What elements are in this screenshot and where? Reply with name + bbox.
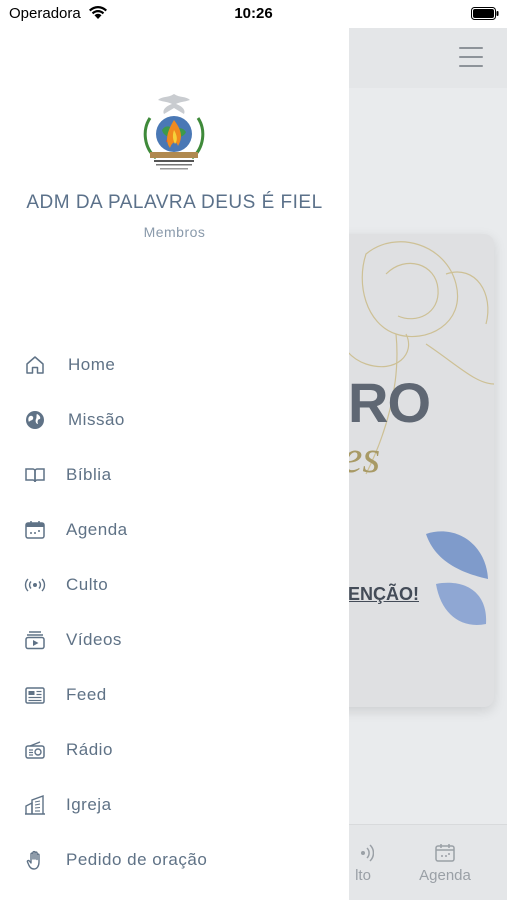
tab-culto-label: lto xyxy=(355,867,371,884)
building-icon xyxy=(25,795,45,815)
battery-icon xyxy=(471,7,499,20)
radio-icon xyxy=(25,741,45,759)
menu-item-missao[interactable]: Missão xyxy=(0,395,349,445)
menu-label-biblia: Bíblia xyxy=(66,465,112,484)
menu-item-agenda[interactable]: Agenda xyxy=(0,505,349,555)
menu-item-igreja[interactable]: Igreja xyxy=(0,780,349,830)
menu-item-biblia[interactable]: Bíblia xyxy=(0,450,349,500)
book-icon xyxy=(25,468,45,483)
newspaper-icon xyxy=(25,687,45,704)
calendar-icon xyxy=(435,844,455,862)
broadcast-icon xyxy=(361,844,374,862)
home-icon xyxy=(26,356,44,374)
church-logo xyxy=(143,94,205,170)
status-bar: Operadora 10:26 xyxy=(0,0,507,28)
butterfly-image xyxy=(426,531,488,625)
menu-item-culto[interactable]: Culto xyxy=(0,560,349,610)
banner-cta[interactable]: ENÇÃO! xyxy=(348,584,419,605)
menu-item-feed[interactable]: Feed xyxy=(0,670,349,720)
clock: 10:26 xyxy=(234,5,273,22)
menu-item-videos[interactable]: Vídeos xyxy=(0,615,349,665)
menu-label-igreja: Igreja xyxy=(66,795,112,814)
menu-label-pedido-de-oracao: Pedido de oração xyxy=(66,850,208,869)
menu-item-pedido-de-oracao[interactable]: Pedido de oração xyxy=(0,835,349,885)
menu-label-radio: Rádio xyxy=(66,740,113,759)
menu-label-agenda: Agenda xyxy=(66,520,128,539)
church-name: ADM DA PALAVRA DEUS É FIEL xyxy=(26,192,323,213)
menu-label-feed: Feed xyxy=(66,685,107,704)
video-icon xyxy=(25,631,45,650)
menu-item-home[interactable]: Home xyxy=(0,340,349,390)
user-role: Membros xyxy=(143,224,206,240)
tab-agenda[interactable]: Agenda xyxy=(410,843,480,884)
menu-label-home: Home xyxy=(68,355,116,374)
calendar-icon xyxy=(25,521,45,539)
menu-label-videos: Vídeos xyxy=(66,630,122,649)
menu-icon[interactable] xyxy=(459,47,485,69)
menu-item-radio[interactable]: Rádio xyxy=(0,725,349,775)
broadcast-icon xyxy=(24,578,46,592)
banner-card[interactable]: RO es ENÇÃO! xyxy=(326,234,494,707)
banner-title: RO xyxy=(348,371,431,434)
globe-icon xyxy=(26,411,44,429)
menu-label-missao: Missão xyxy=(68,410,125,429)
tab-agenda-label: Agenda xyxy=(419,867,471,884)
menu-label-culto: Culto xyxy=(66,575,109,594)
hand-icon xyxy=(26,850,40,870)
side-drawer: ADM DA PALAVRA DEUS É FIEL Membros Home … xyxy=(0,26,349,900)
